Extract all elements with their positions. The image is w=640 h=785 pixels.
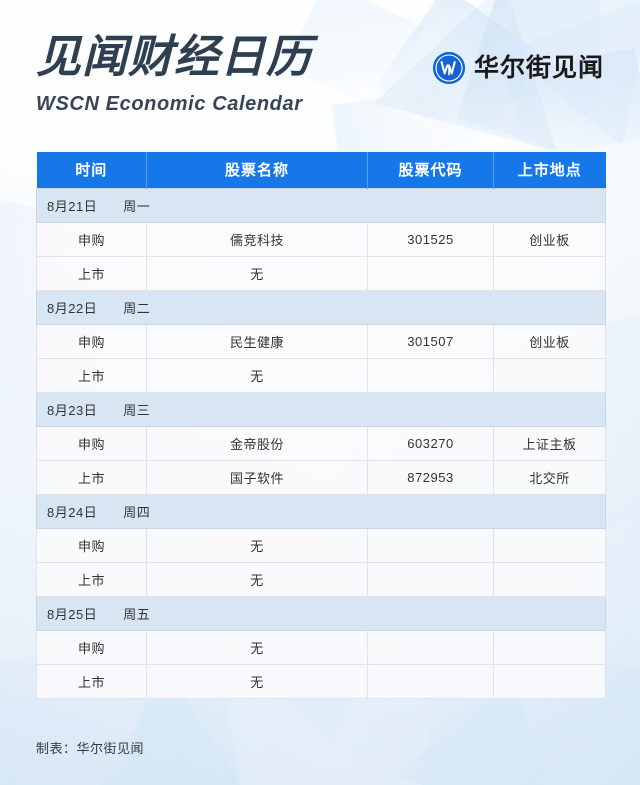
table-row: 上市无 [36,561,606,597]
cell-time: 上市 [36,561,147,597]
cell-time: 申购 [36,221,147,257]
date-text: 8月21日 [47,198,98,214]
title-block: 见闻财经日历 WSCN Economic Calendar [36,31,312,116]
date-group-row: 8月23日 周三 [36,391,606,427]
cell-time: 上市 [36,663,147,699]
cell-place: 创业板 [493,221,606,257]
cell-name: 金帝股份 [146,425,368,461]
cell-code [367,561,494,597]
cell-name: 儒竞科技 [146,221,368,257]
cell-place [493,357,606,393]
cell-code: 603270 [367,425,494,461]
table-row: 申购无 [36,527,606,563]
cell-place [493,255,606,291]
table-row: 上市无 [36,357,606,393]
cell-name: 国子软件 [146,459,368,495]
date-text: 8月22日 [47,300,98,316]
date-group-label: 8月24日 周四 [36,493,606,529]
column-header-name: 股票名称 [146,152,368,188]
cell-place [493,663,606,699]
cell-name: 无 [146,527,368,563]
date-text: 8月25日 [47,606,98,622]
cell-code: 301525 [367,221,494,257]
page-title: 见闻财经日历 [36,31,313,82]
cell-code: 301507 [367,323,494,359]
cell-name: 无 [146,663,368,699]
cell-time: 上市 [36,255,147,291]
date-group-label: 8月22日 周二 [36,289,606,325]
brand-name: 华尔街见闻 [473,53,604,82]
cell-code: 872953 [367,459,494,495]
cell-time: 申购 [36,425,147,461]
cell-place: 上证主板 [493,425,606,461]
cell-place [493,561,606,597]
cell-place: 创业板 [493,323,606,359]
table-header-row: 时间 股票名称 股票代码 上市地点 [36,152,606,188]
weekday-text: 周三 [123,402,151,418]
cell-name: 无 [146,357,368,393]
cell-place [493,527,606,563]
brand-logo: 华尔街见闻 [432,52,604,84]
date-group-row: 8月22日 周二 [36,289,606,325]
cell-time: 上市 [36,357,147,393]
date-text: 8月23日 [47,402,98,418]
column-header-place: 上市地点 [493,152,606,188]
economic-calendar-table: 时间 股票名称 股票代码 上市地点 8月21日 周一 申购 儒竞科技 301525 创业板… [36,152,606,699]
table-row: 申购 儒竞科技 301525 创业板 [36,221,606,257]
table-row: 上市无 [36,255,606,291]
cell-time: 上市 [36,459,147,495]
cell-code [367,255,494,291]
cell-code [367,629,494,665]
weekday-text: 周五 [123,606,151,622]
page-subtitle: WSCN Economic Calendar [36,93,303,115]
column-header-time: 时间 [36,152,147,188]
date-group-label: 8月21日 周一 [36,187,606,223]
date-group-label: 8月25日 周五 [36,595,606,631]
column-header-code: 股票代码 [367,152,494,188]
poster-header: 见闻财经日历 WSCN Economic Calendar 华尔街见闻 [0,0,640,150]
cell-code [367,663,494,699]
table-row: 申购 金帝股份 603270 上证主板 [36,425,606,461]
weekday-text: 周二 [123,300,151,316]
table-row: 上市无 [36,663,606,699]
cell-time: 申购 [36,629,147,665]
cell-place [493,629,606,665]
cell-name: 无 [146,629,368,665]
cell-name: 民生健康 [146,323,368,359]
weekday-text: 周四 [123,504,151,520]
footer-credit: 制表：华尔街见闻 [36,741,145,756]
cell-time: 申购 [36,323,147,359]
table-row: 上市 国子软件 872953 北交所 [36,459,606,495]
date-group-row: 8月25日 周五 [36,595,606,631]
wallstreetcn-w-icon [432,52,465,84]
cell-name: 无 [146,255,368,291]
cell-code [367,357,494,393]
table-row: 申购无 [36,629,606,665]
cell-place: 北交所 [493,459,606,495]
date-group-row: 8月21日 周一 [36,187,606,223]
date-group-row: 8月24日 周四 [36,493,606,529]
weekday-text: 周一 [123,198,151,214]
cell-code [367,527,494,563]
date-group-label: 8月23日 周三 [36,391,606,427]
cell-name: 无 [146,561,368,597]
table-body: 8月21日 周一 申购 儒竞科技 301525 创业板 上市无 8月22日 周二 申购 民生健康 30… [36,187,606,699]
calendar-poster: 见闻财经日历 WSCN Economic Calendar 华尔街见闻 时间 股… [0,0,640,785]
cell-time: 申购 [36,527,147,563]
date-text: 8月24日 [47,504,98,520]
table-row: 申购 民生健康 301507 创业板 [36,323,606,359]
